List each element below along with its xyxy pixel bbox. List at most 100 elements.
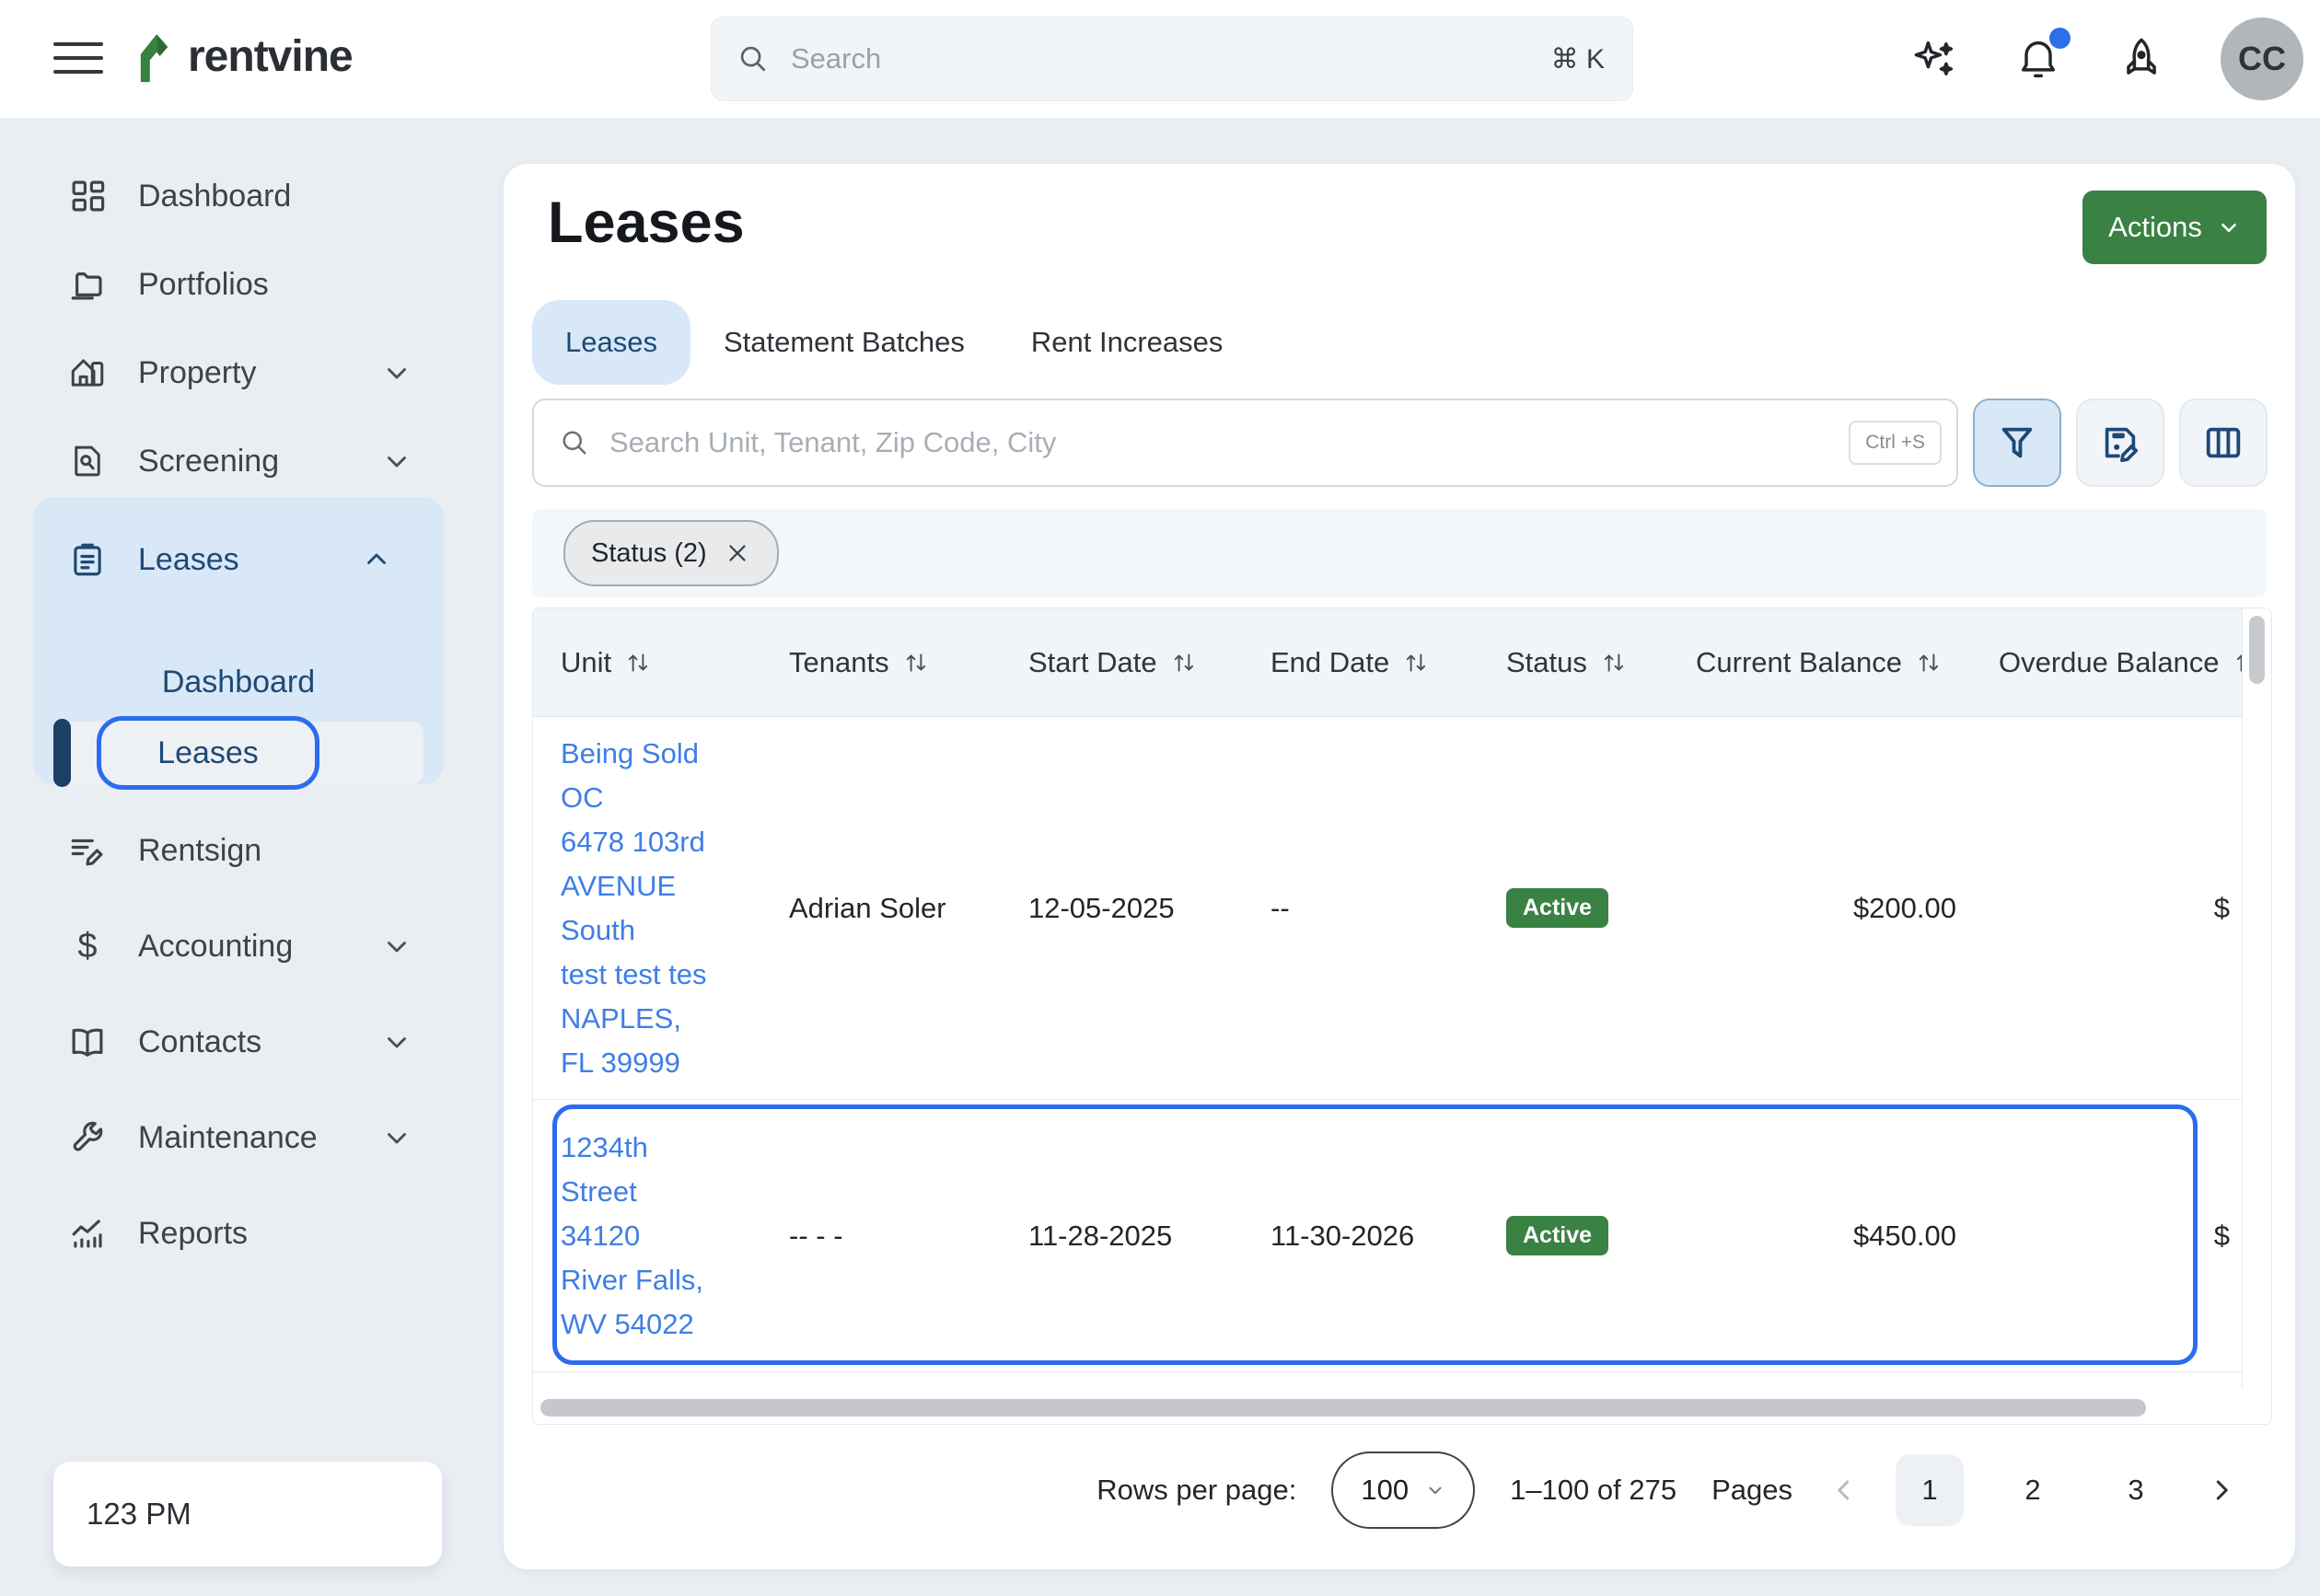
status-badge: Active: [1506, 1215, 1609, 1256]
column-header-tenants[interactable]: Tenants: [761, 608, 1001, 716]
sidebar-item-screening[interactable]: Screening: [0, 417, 497, 505]
organization-label: 123 PM: [87, 1497, 191, 1531]
table-row[interactable]: Being Sold OC 6478 103rd AVENUE South te…: [533, 717, 2245, 1100]
overdue-balance-cell: $: [2213, 891, 2230, 924]
tenants-cell: Adrian Soler: [789, 891, 946, 924]
sidebar-group-leases: Leases Dashboard Leases: [33, 497, 444, 790]
page-button-2[interactable]: 2: [1999, 1454, 2067, 1526]
ai-sparkles-icon[interactable]: [1911, 35, 1959, 83]
table-row[interactable]: 1234th Street 34120 River Falls, WV 5402…: [533, 1100, 2245, 1372]
actions-button[interactable]: Actions: [2082, 191, 2267, 264]
rocket-icon[interactable]: [2117, 35, 2165, 83]
rentsign-icon: [68, 831, 107, 870]
chevron-down-icon: [2221, 223, 2236, 233]
current-balance-cell: $200.00: [1852, 891, 1956, 924]
chevron-down-icon: [381, 1122, 412, 1153]
rows-per-page-select[interactable]: 100: [1331, 1451, 1476, 1529]
tab-leases[interactable]: Leases: [532, 300, 690, 385]
sidebar-subitem-leases[interactable]: Leases: [53, 716, 423, 790]
sidebar-item-leases[interactable]: Leases: [33, 515, 444, 604]
sort-icon[interactable]: [626, 650, 650, 676]
tab-rent-increases[interactable]: Rent Increases: [998, 300, 1257, 385]
unit-link[interactable]: 1234th Street 34120 River Falls, WV 5402…: [561, 1126, 703, 1347]
chevron-up-icon: [361, 544, 392, 575]
unit-link[interactable]: Being Sold OC 6478 103rd AVENUE South te…: [561, 732, 707, 1085]
end-date-cell: 11-30-2026: [1270, 1219, 1415, 1252]
leases-table: Unit Tenants Start Date End Date Status …: [532, 607, 2272, 1425]
column-header-status[interactable]: Status: [1479, 608, 1668, 716]
sidebar-item-dashboard[interactable]: Dashboard: [0, 152, 497, 240]
sidebar-item-contacts[interactable]: Contacts: [0, 998, 497, 1086]
sidebar-item-maintenance[interactable]: Maintenance: [0, 1093, 497, 1182]
chevron-right-icon: [2216, 1480, 2228, 1500]
tab-statement-batches[interactable]: Statement Batches: [690, 300, 998, 385]
sort-icon[interactable]: [1172, 650, 1196, 676]
column-header-start-date[interactable]: Start Date: [1001, 608, 1243, 716]
sort-icon[interactable]: [904, 650, 928, 676]
chevron-down-icon: [1429, 1486, 1442, 1495]
active-filters-strip: Status (2): [532, 509, 2267, 597]
sort-icon[interactable]: [1917, 650, 1941, 676]
horizontal-scrollbar[interactable]: [533, 1390, 2271, 1424]
columns-button[interactable]: [2179, 399, 2268, 487]
topbar: rentvine Search ⌘ K CC: [0, 0, 2320, 118]
current-balance-cell: $450.00: [1852, 1219, 1956, 1252]
leases-page-card: Leases Actions Leases Statement Batches …: [504, 164, 2295, 1569]
partial-next-row: [533, 1372, 2245, 1390]
sidebar-item-property[interactable]: Property: [0, 329, 497, 417]
column-header-current-balance[interactable]: Current Balance: [1668, 608, 1971, 716]
sidebar-item-rentsign[interactable]: Rentsign: [0, 806, 497, 895]
search-icon: [740, 46, 766, 72]
rentvine-logo-icon: [140, 34, 168, 83]
chevron-down-icon: [381, 1026, 412, 1058]
status-filter-chip[interactable]: Status (2): [563, 520, 779, 586]
column-header-unit[interactable]: Unit: [533, 608, 761, 716]
dollar-icon: $: [77, 927, 98, 966]
sort-icon[interactable]: [1602, 650, 1626, 676]
page-title: Leases: [548, 191, 745, 255]
search-icon: [563, 431, 586, 455]
start-date-cell: 11-28-2025: [1028, 1219, 1173, 1252]
pages-label: Pages: [1711, 1474, 1792, 1506]
active-indicator-bar: [53, 719, 71, 787]
wrench-icon: [68, 1118, 107, 1157]
previous-page-button[interactable]: [1827, 1474, 1861, 1507]
chevron-down-icon: [381, 445, 412, 477]
close-icon[interactable]: [724, 539, 751, 567]
chevron-down-icon: [381, 357, 412, 388]
page-button-1[interactable]: 1: [1896, 1454, 1964, 1526]
column-header-end-date[interactable]: End Date: [1243, 608, 1479, 716]
vertical-scrollbar[interactable]: [2242, 608, 2271, 1388]
menu-icon[interactable]: [53, 42, 103, 75]
global-search-input[interactable]: Search ⌘ K: [711, 17, 1633, 101]
horizontal-scrollbar-thumb[interactable]: [540, 1399, 2146, 1417]
sidebar-item-reports[interactable]: Reports: [0, 1189, 497, 1278]
vertical-scrollbar-thumb[interactable]: [2249, 616, 2265, 684]
sidebar-subitem-dashboard[interactable]: Dashboard: [33, 665, 444, 700]
organization-card[interactable]: 123 PM: [53, 1462, 442, 1567]
user-avatar[interactable]: CC: [2221, 17, 2303, 100]
sidebar-item-portfolios[interactable]: Portfolios: [0, 240, 497, 329]
dashboard-icon: [68, 177, 107, 215]
notifications-bell-icon[interactable]: [2014, 28, 2071, 83]
sidebar: Dashboard Portfolios Property Screening: [0, 118, 497, 1596]
rows-per-page-label: Rows per page:: [1096, 1474, 1297, 1506]
table-search-field[interactable]: Ctrl +S: [532, 399, 1958, 487]
tab-bar: Leases Statement Batches Rent Increases: [532, 300, 1256, 385]
search-shortcut-badge: Ctrl +S: [1849, 421, 1942, 465]
clipboard-icon: [68, 540, 107, 579]
range-indicator: 1–100 of 275: [1510, 1474, 1677, 1506]
status-badge: Active: [1506, 887, 1609, 929]
focus-highlight-ring: Leases: [97, 716, 319, 790]
notification-badge: [2049, 28, 2071, 49]
page-button-3[interactable]: 3: [2102, 1454, 2170, 1526]
tenants-cell: -- - -: [789, 1219, 843, 1252]
search-input[interactable]: [608, 425, 1850, 460]
saved-filters-button[interactable]: [2076, 399, 2164, 487]
sort-icon[interactable]: [1404, 650, 1428, 676]
filter-button[interactable]: [1973, 399, 2061, 487]
start-date-cell: 12-05-2025: [1028, 891, 1175, 924]
sidebar-item-accounting[interactable]: $ Accounting: [0, 902, 497, 990]
column-header-overdue-balance[interactable]: Overdue Balance: [1971, 608, 2256, 716]
next-page-button[interactable]: [2205, 1474, 2238, 1507]
